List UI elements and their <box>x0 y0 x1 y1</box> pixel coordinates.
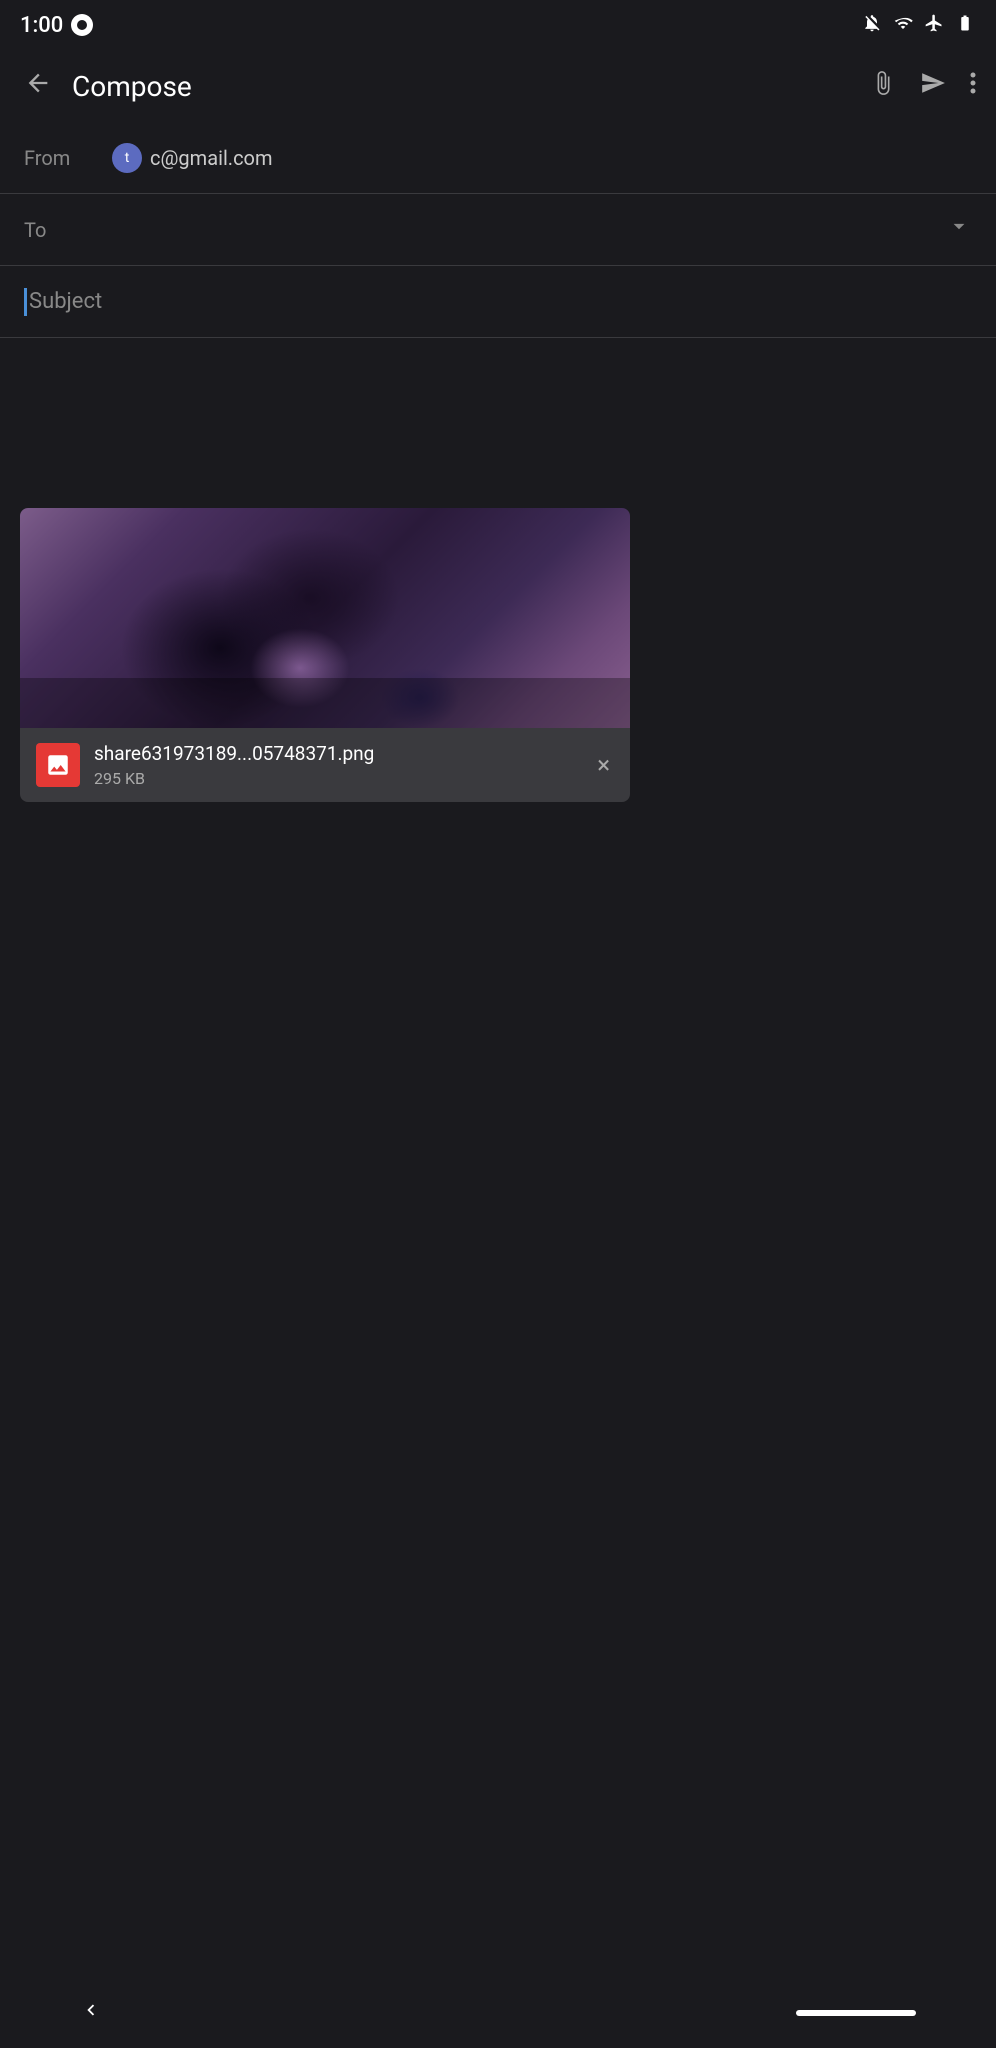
avatar-initial: t <box>125 150 130 166</box>
more-options-icon[interactable] <box>966 66 980 107</box>
compose-form: From t c@gmail.com To Subject <box>0 122 996 338</box>
status-circle-icon <box>71 14 93 36</box>
bell-muted-icon <box>862 13 882 37</box>
back-button[interactable] <box>16 61 60 112</box>
app-bar-actions <box>866 66 980 107</box>
attachment-container: share631973189...05748371.png 295 KB × <box>20 508 630 802</box>
wifi-icon <box>892 14 914 36</box>
status-time: 1:00 <box>20 13 63 38</box>
status-bar-left: 1:00 <box>20 13 93 38</box>
compose-body[interactable] <box>0 338 996 498</box>
status-bar-right <box>862 13 976 37</box>
from-row: From t c@gmail.com <box>0 122 996 194</box>
text-cursor <box>24 288 27 316</box>
file-icon <box>36 743 80 787</box>
nav-back-button[interactable] <box>80 1999 102 2027</box>
to-label: To <box>24 218 104 242</box>
attachment-filename: share631973189...05748371.png <box>94 742 593 765</box>
home-indicator[interactable] <box>796 2010 916 2016</box>
send-icon[interactable] <box>916 66 950 107</box>
from-email: c@gmail.com <box>150 146 972 170</box>
attach-icon[interactable] <box>866 66 900 107</box>
subject-row[interactable]: Subject <box>0 266 996 338</box>
attachment-preview-image <box>20 508 630 728</box>
status-bar: 1:00 <box>0 0 996 50</box>
chevron-down-icon[interactable] <box>946 213 972 246</box>
to-row[interactable]: To <box>0 194 996 266</box>
app-bar: Compose <box>0 50 996 122</box>
airplane-icon <box>924 13 944 37</box>
battery-icon <box>954 14 976 36</box>
bottom-navigation <box>0 1978 996 2048</box>
remove-attachment-button[interactable]: × <box>593 747 614 783</box>
from-label: From <box>24 146 104 170</box>
sender-avatar: t <box>112 143 142 173</box>
attachment-info-bar: share631973189...05748371.png 295 KB × <box>20 728 630 802</box>
page-title: Compose <box>68 70 866 103</box>
attachment-details: share631973189...05748371.png 295 KB <box>94 742 593 788</box>
attachment-size: 295 KB <box>94 769 593 788</box>
subject-field[interactable]: Subject <box>29 289 102 314</box>
